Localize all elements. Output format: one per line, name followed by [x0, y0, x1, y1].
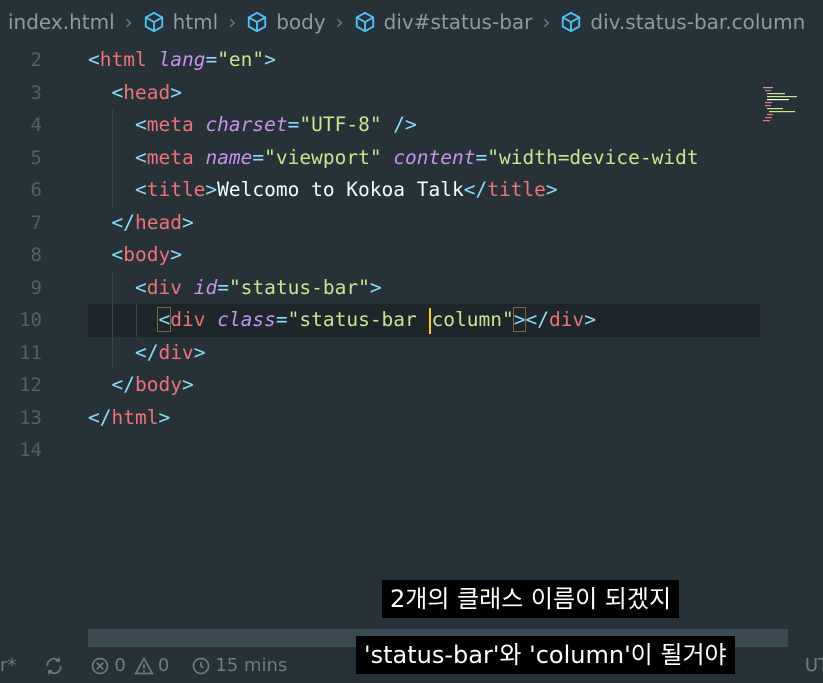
chevron-right-icon: ›	[124, 10, 133, 34]
line-number: 4	[30, 114, 42, 136]
error-count: 0	[114, 655, 126, 676]
line-number-current: 10	[19, 309, 42, 331]
line-number: 11	[19, 341, 42, 364]
line-number: 6	[30, 179, 42, 201]
breadcrumb-body-label: body	[276, 10, 326, 34]
code-attr: lang	[158, 48, 206, 71]
code-line[interactable]: <title>Welcomo to Kokoa Talk</title>	[88, 174, 760, 207]
code-line[interactable]: </html>	[88, 402, 760, 435]
code-line[interactable]: <meta charset="UTF-8" />	[88, 109, 760, 142]
time-label: 15 mins	[215, 655, 288, 676]
code-string: "status-bar"	[228, 275, 370, 299]
code-line[interactable]: <head>	[88, 77, 760, 110]
subtitle-line-1: 2개의 클래스 이름이 되겠지	[382, 580, 680, 618]
code-tag: meta	[146, 113, 194, 136]
line-number: 7	[30, 211, 42, 234]
branch-indicator[interactable]: r*	[0, 655, 16, 676]
subtitle-line-2: 'status-bar'와 'column'이 될거야	[356, 636, 735, 674]
breadcrumb-body[interactable]: body	[246, 10, 326, 34]
code-self-close: />	[381, 113, 417, 136]
breadcrumb-file-label: index.html	[8, 10, 115, 34]
breadcrumb-div-status-bar[interactable]: div#status-bar	[354, 10, 533, 34]
code-tag: title	[487, 178, 546, 201]
time-tracker[interactable]: 15 mins	[191, 655, 287, 676]
branch-label: r*	[0, 655, 17, 676]
line-number: 13	[19, 406, 42, 429]
code-area[interactable]: <html lang="en"> <head> <meta charset="U…	[88, 44, 760, 467]
breadcrumb-html[interactable]: html	[143, 10, 219, 34]
breadcrumb-html-label: html	[172, 10, 219, 34]
sync-button[interactable]	[44, 656, 68, 676]
code-text: Welcomo to Kokoa Talk	[217, 178, 464, 201]
code-line[interactable]	[88, 434, 760, 467]
code-attr: class	[217, 308, 276, 331]
breadcrumb: index.html › html › body › div#status-ba…	[0, 0, 823, 44]
encoding-label: UT	[804, 655, 823, 676]
code-attr: id	[193, 275, 218, 299]
code-string: "status-bar	[287, 308, 429, 331]
chevron-right-icon: ›	[228, 10, 237, 34]
code-string: "en"	[217, 48, 265, 71]
warning-icon	[134, 656, 154, 674]
line-number: 8	[30, 244, 42, 266]
code-line[interactable]: </head>	[88, 207, 760, 240]
line-number: 3	[30, 81, 42, 104]
code-tag: div	[146, 275, 182, 299]
cube-icon	[355, 11, 374, 33]
code-string: "viewport"	[264, 145, 382, 169]
code-line[interactable]: <body>	[88, 239, 760, 272]
code-tag: body	[134, 373, 182, 396]
minimap[interactable]	[761, 86, 801, 126]
line-number: 5	[30, 146, 42, 169]
code-tag: body	[123, 243, 171, 266]
line-number-gutter: 2 3 4 5 6 7 8 9 10 11 12 13 14	[0, 44, 60, 467]
code-tag: head	[134, 210, 182, 234]
matching-bracket: >	[512, 307, 527, 332]
breadcrumb-div-column[interactable]: div.status-bar.column	[560, 10, 805, 34]
code-string: "width=device-widt	[487, 145, 699, 169]
code-tag: head	[123, 80, 171, 104]
code-attr: name	[205, 145, 253, 169]
cube-icon	[248, 11, 267, 33]
code-line[interactable]: <html lang="en">	[88, 44, 760, 77]
line-number: 2	[30, 49, 42, 71]
code-string: "UTF-8"	[299, 113, 382, 136]
breadcrumb-div-column-label: div.status-bar.column	[590, 10, 806, 34]
line-number: 14	[19, 439, 42, 461]
code-attr: charset	[205, 113, 288, 136]
error-icon	[92, 657, 109, 674]
breadcrumb-file[interactable]: index.html	[0, 10, 115, 34]
chevron-right-icon: ›	[335, 10, 344, 34]
code-tag: title	[146, 178, 206, 201]
code-line-current[interactable]: <div class="status-bar column"></div>	[88, 304, 760, 337]
problems-button[interactable]: 0 0	[90, 655, 169, 676]
code-tag: meta	[146, 145, 194, 169]
breadcrumb-div-status-bar-label: div#status-bar	[383, 10, 533, 34]
history-icon	[192, 657, 210, 674]
code-tag: div	[548, 308, 585, 331]
text-cursor	[428, 307, 431, 334]
code-line[interactable]: </body>	[88, 369, 760, 402]
line-number: 9	[30, 276, 42, 299]
code-attr: content	[393, 145, 476, 169]
code-line[interactable]: <div id="status-bar">	[88, 271, 760, 304]
code-tag: div	[170, 308, 206, 331]
cube-icon	[562, 11, 581, 33]
warning-count: 0	[157, 655, 170, 676]
code-tag: html	[99, 48, 147, 71]
encoding-indicator[interactable]: UT	[805, 655, 823, 676]
code-string: column"	[431, 308, 514, 331]
line-number: 12	[19, 374, 42, 396]
chevron-right-icon: ›	[542, 10, 551, 34]
cube-icon	[144, 11, 163, 33]
code-tag: html	[111, 405, 159, 429]
code-tag: div	[158, 340, 194, 364]
code-line[interactable]: <meta name="viewport" content="width=dev…	[88, 141, 760, 174]
matching-bracket: <	[157, 307, 172, 332]
code-line[interactable]: </div>	[88, 336, 760, 369]
code-editor[interactable]: 2 3 4 5 6 7 8 9 10 11 12 13 14 <html lan…	[0, 44, 823, 624]
sync-icon	[46, 657, 62, 674]
